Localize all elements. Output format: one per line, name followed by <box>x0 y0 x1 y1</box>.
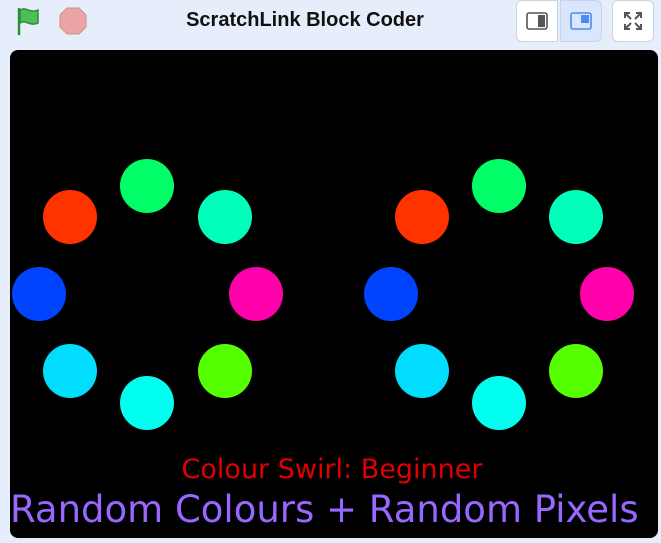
swirl-dot <box>549 190 603 244</box>
swirl-dot <box>549 344 603 398</box>
stage-header: ScratchLink Block Coder <box>0 0 661 44</box>
swirl-dot <box>198 344 252 398</box>
swirl-dot <box>472 159 526 213</box>
stop-icon[interactable] <box>58 6 88 36</box>
small-stage-button[interactable] <box>516 0 558 42</box>
stage-subtitle: Colour Swirl: Beginner <box>181 454 483 485</box>
green-flag-icon[interactable] <box>14 6 46 36</box>
swirl-dot <box>120 376 174 430</box>
large-stage-icon <box>570 12 592 30</box>
swirl-dot <box>43 344 97 398</box>
swirl-dot <box>395 190 449 244</box>
stage-headline: Random Colours + Random Pixels <box>10 488 639 531</box>
fullscreen-button[interactable] <box>612 0 654 42</box>
stage-canvas[interactable]: Colour Swirl: Beginner Random Colours + … <box>10 50 658 538</box>
small-stage-icon <box>526 12 548 30</box>
swirl-dot <box>395 344 449 398</box>
swirl-2 <box>364 159 634 430</box>
swirl-dot <box>580 267 634 321</box>
swirl-dot <box>43 190 97 244</box>
swirl-dot <box>229 267 283 321</box>
large-stage-button[interactable] <box>560 0 602 42</box>
swirl-dot <box>364 267 418 321</box>
fullscreen-icon <box>624 12 642 30</box>
swirl-dot <box>198 190 252 244</box>
swirl-dot <box>12 267 66 321</box>
app-title: ScratchLink Block Coder <box>186 9 424 31</box>
swirl-1 <box>12 159 283 430</box>
swirl-dot <box>120 159 174 213</box>
swirl-dot <box>472 376 526 430</box>
